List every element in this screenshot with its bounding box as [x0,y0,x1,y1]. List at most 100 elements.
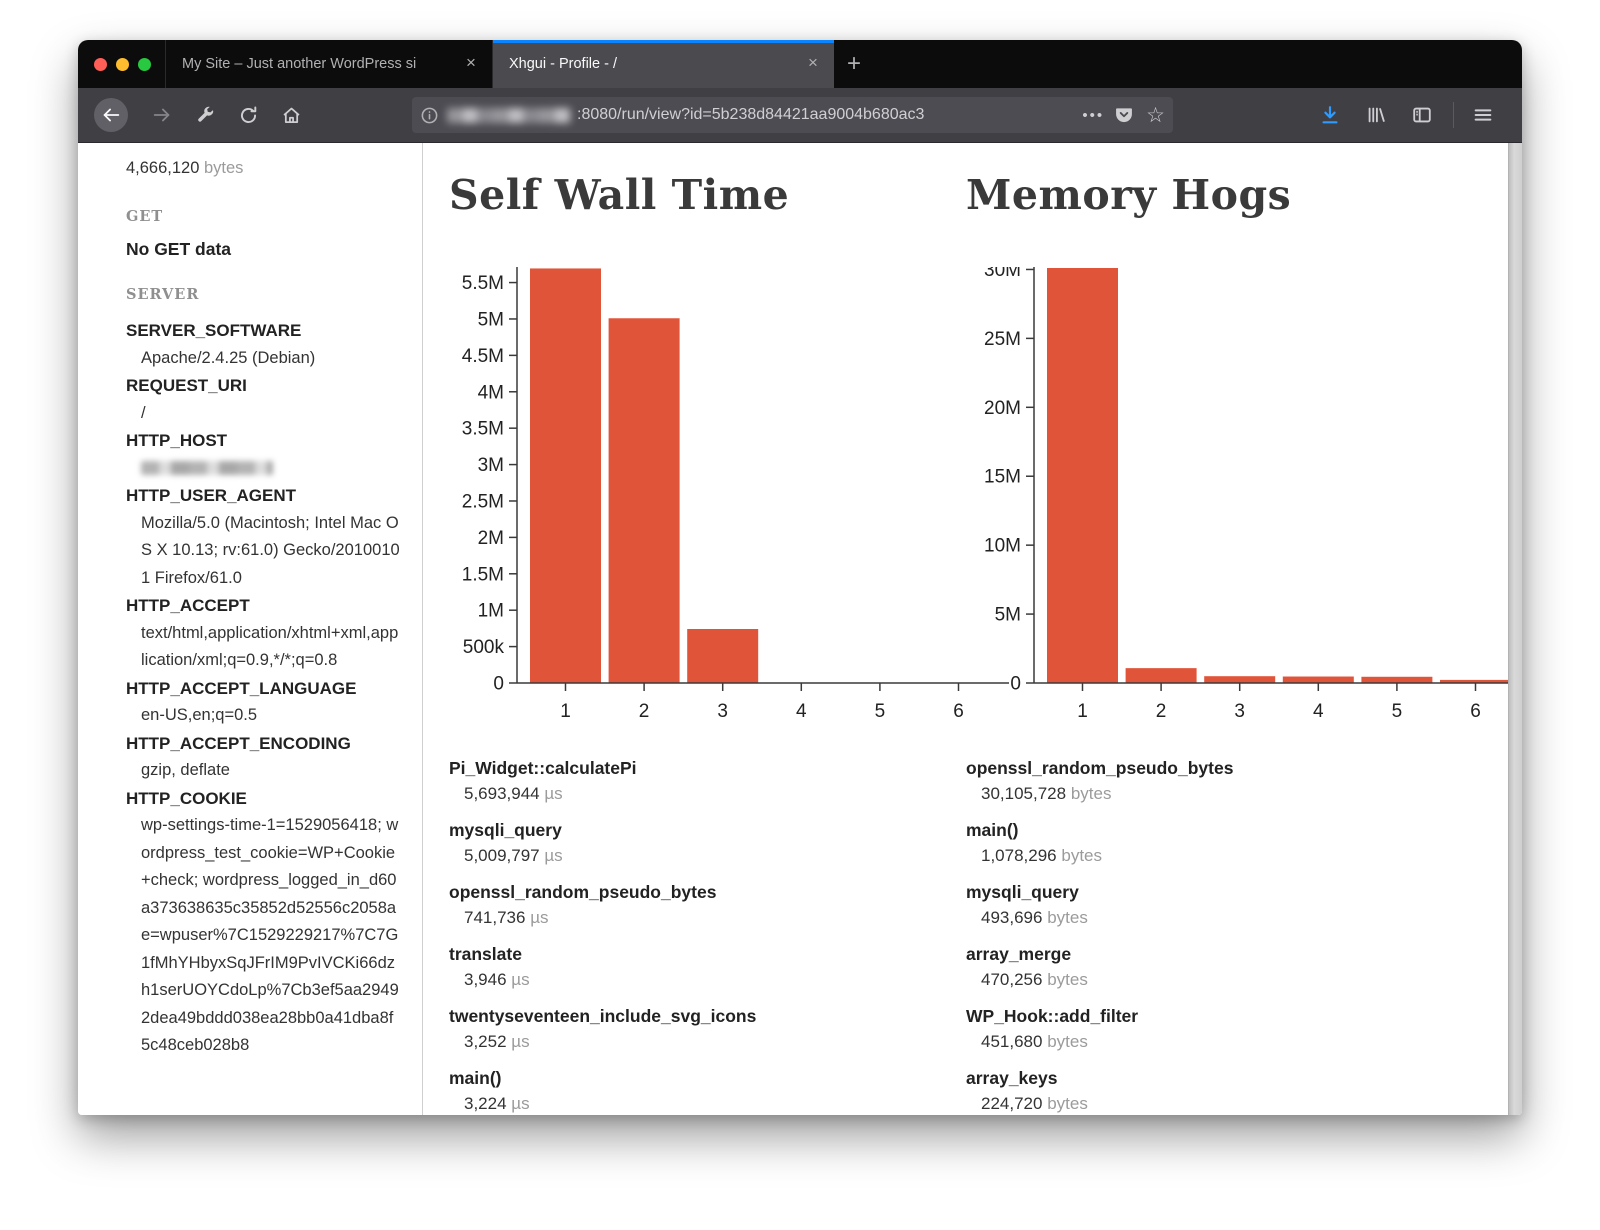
svg-text:1: 1 [1077,701,1088,722]
function-name: twentyseventeen_include_svg_icons [449,1003,966,1029]
svg-text:20M: 20M [984,398,1021,419]
server-entry-label: SERVER_SOFTWARE [126,317,400,345]
forward-button[interactable] [145,98,179,132]
download-icon [1319,104,1341,126]
svg-text:3.5M: 3.5M [462,419,504,440]
zoom-window-button[interactable] [138,58,151,71]
svg-text:4.5M: 4.5M [462,346,504,367]
url-text[interactable]: :8080/run/view?id=5b238d84421aa9004b680a… [577,106,1072,124]
tabs: My Site – Just another WordPress si×Xhgu… [165,40,834,88]
close-window-button[interactable] [94,58,107,71]
toolbar-right-icons [1301,98,1500,132]
tab-close-icon[interactable]: × [802,53,824,75]
home-button[interactable] [274,98,308,132]
bar-1 [1047,268,1118,683]
function-value: 5,693,944 µs [449,781,966,807]
wall-time-panel: Self Wall Time0500k1M1.5M2M2.5M3M3.5M4M4… [449,143,966,1115]
bar-2 [609,318,680,683]
function-list: Pi_Widget::calculatePi5,693,944 µsmysqli… [449,755,966,1115]
svg-text:2: 2 [1156,701,1167,722]
svg-text:5: 5 [875,701,886,722]
function-value: 3,224 µs [449,1091,966,1115]
svg-text:5.5M: 5.5M [462,273,504,294]
svg-text:0: 0 [1010,674,1021,695]
vertical-scrollbar[interactable] [1508,143,1522,1115]
tab-close-icon[interactable]: × [460,53,482,75]
server-entry-label: HTTP_ACCEPT_LANGUAGE [126,675,400,703]
url-bar[interactable]: :8080/run/view?id=5b238d84421aa9004b680a… [412,97,1173,133]
downloads-button[interactable] [1313,98,1347,132]
page-content: 4,666,120 bytes GET No GET data SERVER S… [78,143,1522,1115]
server-entry-label: HTTP_COOKIE [126,785,400,813]
library-icon [1365,104,1387,126]
reload-button[interactable] [231,98,265,132]
reload-icon [238,105,259,126]
bar-5 [1361,677,1432,683]
function-name: array_merge [966,941,1522,967]
server-entry-value: gzip, deflate [126,757,400,785]
svg-text:15M: 15M [984,467,1021,488]
firefox-window: My Site – Just another WordPress si×Xhgu… [78,40,1522,1115]
library-button[interactable] [1359,98,1393,132]
server-section-heading: SERVER [126,286,400,303]
function-name: Pi_Widget::calculatePi [449,755,966,781]
self-wall-time-chart: 0500k1M1.5M2M2.5M3M3.5M4M4.5M5M5.5M12345… [449,267,1009,731]
bar-4 [1283,677,1354,683]
function-value: 1,078,296 bytes [966,843,1522,869]
svg-text:0: 0 [493,674,504,695]
server-entry-value [126,455,400,483]
tab-title: Xhgui - Profile - / [509,56,802,72]
wrench-icon [195,105,215,125]
function-name: openssl_random_pseudo_bytes [966,755,1522,781]
minimize-window-button[interactable] [116,58,129,71]
function-value: 224,720 bytes [966,1091,1522,1115]
menu-button[interactable] [1466,98,1500,132]
svg-text:5M: 5M [478,309,504,330]
new-tab-button[interactable]: + [834,40,874,88]
server-entry-label: HTTP_HOST [126,427,400,455]
function-value: 30,105,728 bytes [966,781,1522,807]
browser-tab[interactable]: My Site – Just another WordPress si× [165,40,492,88]
bar-1 [530,268,601,683]
svg-text:6: 6 [953,701,964,722]
sidebar-toggle-button[interactable] [1405,98,1439,132]
browser-tab[interactable]: Xhgui - Profile - /× [492,40,834,88]
desktop-background: My Site – Just another WordPress si×Xhgu… [0,0,1600,1230]
svg-text:3: 3 [1234,701,1245,722]
run-details-sidebar: 4,666,120 bytes GET No GET data SERVER S… [78,143,423,1115]
back-button[interactable] [94,98,128,132]
site-info-icon[interactable] [420,106,439,125]
bar-3 [1204,676,1275,683]
page-actions-icon[interactable]: ••• [1082,107,1104,124]
server-entry-value: Apache/2.4.25 (Debian) [126,345,400,373]
svg-text:2.5M: 2.5M [462,491,504,512]
svg-text:5M: 5M [995,605,1021,626]
bar-2 [1126,668,1197,683]
svg-text:2M: 2M [478,528,504,549]
svg-text:4: 4 [1313,701,1324,722]
server-entry-value: text/html,application/xhtml+xml,applicat… [126,620,400,675]
peak-memory-value: 4,666,120 bytes [126,155,400,182]
redacted-host [447,108,571,123]
server-entry-value: Mozilla/5.0 (Macintosh; Intel Mac OS X 1… [126,510,400,593]
function-name: WP_Hook::add_filter [966,1003,1522,1029]
toolbar-separator [1453,102,1454,128]
sidebar-toggle-icon [1411,104,1433,126]
server-entry-value: en-US,en;q=0.5 [126,702,400,730]
svg-text:4M: 4M [478,382,504,403]
pocket-icon[interactable] [1114,105,1134,125]
function-value: 5,009,797 µs [449,843,966,869]
svg-text:1: 1 [560,701,571,722]
server-entry-label: HTTP_ACCEPT [126,592,400,620]
svg-text:500k: 500k [463,637,505,658]
page-tools-button[interactable] [188,98,222,132]
hamburger-menu-icon [1472,104,1494,126]
navigation-toolbar: :8080/run/view?id=5b238d84421aa9004b680a… [78,88,1522,143]
redacted-host-value [141,461,273,475]
memory-hogs-panel: Memory Hogs05M10M15M20M25M30M123456opens… [966,143,1522,1115]
function-name: translate [449,941,966,967]
function-name: array_keys [966,1065,1522,1091]
back-arrow-icon [100,104,122,126]
bookmark-star-icon[interactable]: ☆ [1146,105,1165,126]
memory-hogs-chart: 05M10M15M20M25M30M123456 [966,267,1522,731]
